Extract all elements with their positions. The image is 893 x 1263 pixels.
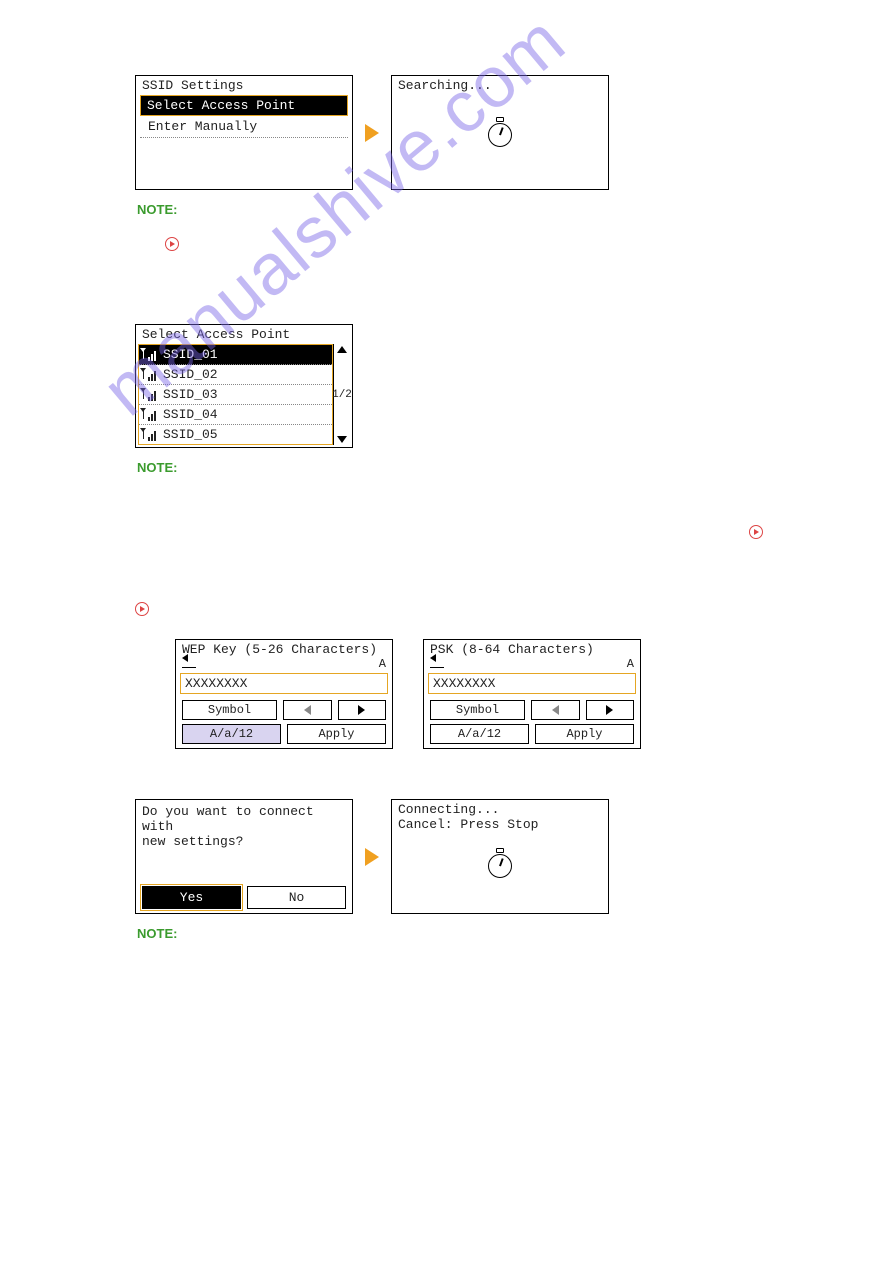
confirm-panel: Do you want to connect with new settings… [135, 799, 353, 914]
psk-mode-indicator: A [627, 657, 634, 671]
confirm-message-line1: Do you want to connect with [142, 804, 346, 834]
psk-left-arrow-button[interactable] [531, 700, 580, 720]
wep-mode-indicator: A [379, 657, 386, 671]
signal-icon [143, 369, 157, 381]
psk-case-button[interactable]: A/a/12 [430, 724, 529, 744]
access-point-title: Select Access Point [136, 325, 352, 344]
input-cursor-icon [430, 657, 444, 668]
connecting-line1: Connecting... [392, 800, 608, 817]
signal-icon [143, 409, 157, 421]
psk-right-arrow-button[interactable] [586, 700, 635, 720]
stopwatch-icon [488, 854, 512, 878]
row-confirm-connecting: Do you want to connect with new settings… [135, 799, 793, 914]
psk-apply-button[interactable]: Apply [535, 724, 634, 744]
bullet-link-2[interactable] [749, 525, 763, 539]
confirm-yes-button[interactable]: Yes [142, 886, 241, 909]
wep-right-arrow-button[interactable] [338, 700, 387, 720]
wep-case-button[interactable]: A/a/12 [182, 724, 281, 744]
note-label-2: NOTE: [137, 460, 793, 475]
connecting-line2: Cancel: Press Stop [392, 817, 608, 832]
wep-left-arrow-button[interactable] [283, 700, 332, 720]
stopwatch-icon [488, 123, 512, 147]
ap-item-4[interactable]: SSID_04 [139, 405, 332, 425]
play-bullet-icon [135, 602, 149, 616]
bullet-link-3[interactable] [135, 602, 149, 616]
access-point-panel: Select Access Point SSID_01 SSID_02 SSID… [135, 324, 353, 448]
right-arrow-icon [358, 705, 365, 715]
note-label-3: NOTE: [137, 926, 793, 941]
ssid-settings-title: SSID Settings [136, 76, 352, 93]
ap-item-3[interactable]: SSID_03 [139, 385, 332, 405]
ssid-settings-panel: SSID Settings Select Access Point Enter … [135, 75, 353, 190]
signal-icon [143, 429, 157, 441]
scrollbar[interactable]: 1/2 [333, 344, 350, 445]
right-arrow-icon [606, 705, 613, 715]
signal-icon [143, 389, 157, 401]
wep-symbol-button[interactable]: Symbol [182, 700, 277, 720]
confirm-message-line2: new settings? [142, 834, 346, 849]
wep-input-field[interactable]: XXXXXXXX [180, 673, 388, 694]
scroll-up-icon[interactable] [337, 346, 347, 353]
ap-item-1[interactable]: SSID_01 [139, 345, 332, 365]
confirm-no-button[interactable]: No [247, 886, 346, 909]
arrow-right-icon [365, 124, 379, 142]
ap-item-label: SSID_02 [163, 367, 218, 382]
connecting-panel: Connecting... Cancel: Press Stop [391, 799, 609, 914]
ap-item-2[interactable]: SSID_02 [139, 365, 332, 385]
psk-key-panel: PSK (8-64 Characters) A XXXXXXXX Symbol … [423, 639, 641, 749]
psk-title: PSK (8-64 Characters) [424, 640, 640, 657]
play-bullet-icon [749, 525, 763, 539]
searching-text: Searching... [392, 76, 608, 93]
ap-item-label: SSID_05 [163, 427, 218, 442]
psk-symbol-button[interactable]: Symbol [430, 700, 525, 720]
signal-icon [143, 349, 157, 361]
play-bullet-icon [165, 237, 179, 251]
arrow-right-icon [365, 848, 379, 866]
page-indicator: 1/2 [332, 389, 352, 401]
input-cursor-icon [182, 657, 196, 668]
ap-item-label: SSID_01 [163, 347, 218, 362]
wep-title: WEP Key (5-26 Characters) [176, 640, 392, 657]
left-arrow-icon [304, 705, 311, 715]
ap-item-5[interactable]: SSID_05 [139, 425, 332, 444]
access-point-list: SSID_01 SSID_02 SSID_03 SSID_04 SSID_05 [138, 344, 333, 445]
left-arrow-icon [552, 705, 559, 715]
ap-item-label: SSID_03 [163, 387, 218, 402]
ssid-menu-enter-manually[interactable]: Enter Manually [140, 116, 348, 138]
ssid-menu-select-ap[interactable]: Select Access Point [140, 95, 348, 116]
row-ssid-search: SSID Settings Select Access Point Enter … [135, 75, 793, 190]
wep-key-panel: WEP Key (5-26 Characters) A XXXXXXXX Sym… [175, 639, 393, 749]
searching-panel: Searching... [391, 75, 609, 190]
ap-item-label: SSID_04 [163, 407, 218, 422]
key-entry-row: WEP Key (5-26 Characters) A XXXXXXXX Sym… [175, 639, 793, 749]
note-label-1: NOTE: [137, 202, 793, 217]
wep-apply-button[interactable]: Apply [287, 724, 386, 744]
bullet-link-1[interactable] [165, 237, 179, 251]
psk-input-field[interactable]: XXXXXXXX [428, 673, 636, 694]
scroll-down-icon[interactable] [337, 436, 347, 443]
